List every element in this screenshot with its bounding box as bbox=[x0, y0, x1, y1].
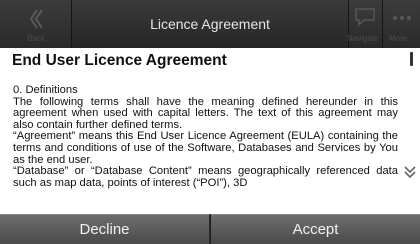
accept-button[interactable]: Accept bbox=[211, 214, 420, 244]
speech-bubble-icon bbox=[355, 8, 375, 27]
document-paragraph: “Agreement” means this End User Licence … bbox=[13, 130, 398, 166]
more-button[interactable]: More bbox=[382, 0, 420, 48]
back-button[interactable]: Back bbox=[0, 0, 72, 48]
navigate-label: Navigate bbox=[347, 34, 379, 43]
decline-button[interactable]: Decline bbox=[0, 214, 210, 244]
page-title: Licence Agreement bbox=[150, 16, 270, 32]
top-bar: Back Licence Agreement Navigate More bbox=[0, 0, 420, 48]
back-label: Back bbox=[27, 34, 45, 43]
bottom-bar: Decline Accept bbox=[0, 214, 420, 244]
navigate-button[interactable]: Navigate bbox=[347, 0, 382, 48]
more-label: More bbox=[389, 34, 408, 43]
chevron-down-icon[interactable] bbox=[400, 160, 420, 186]
scrollbar-thumb[interactable] bbox=[410, 52, 413, 66]
document-paragraph: 0. Definitions bbox=[13, 84, 78, 96]
document-paragraph: “Database” or “Database Content” means g… bbox=[13, 165, 398, 189]
licence-agreement-screen: Back Licence Agreement Navigate More End… bbox=[0, 0, 420, 244]
document-body: 0. Definitions The following terms shall… bbox=[13, 84, 398, 189]
dots-icon bbox=[392, 15, 412, 21]
chevron-left-icon bbox=[29, 9, 43, 29]
document-paragraph: The following terms shall have the meani… bbox=[13, 95, 398, 131]
licence-document[interactable]: End User Licence Agreement 0. Definition… bbox=[0, 48, 420, 214]
document-heading: End User Licence Agreement bbox=[12, 52, 227, 69]
